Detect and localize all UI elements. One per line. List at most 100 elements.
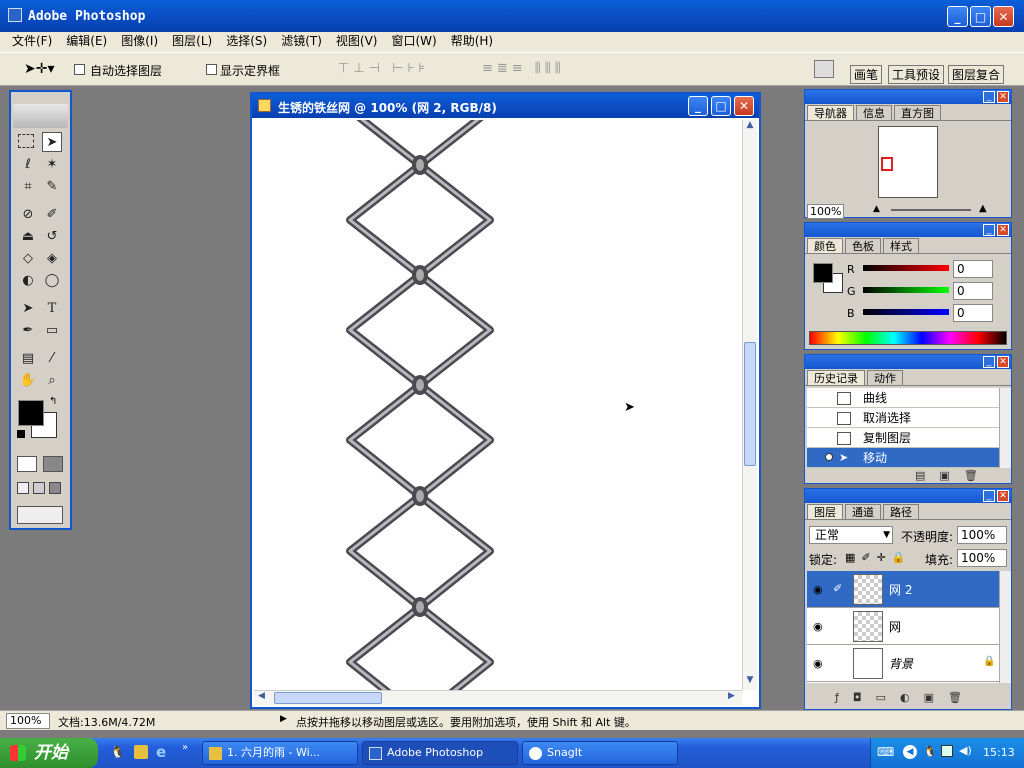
layer-row-selected[interactable]: ◉ ✐ 网 2 bbox=[807, 571, 999, 608]
g-slider[interactable] bbox=[863, 287, 949, 293]
delete-state-icon[interactable]: 🗑 bbox=[964, 469, 992, 482]
history-brush-tool-icon[interactable]: ↺ bbox=[42, 226, 62, 246]
foreground-color-swatch[interactable] bbox=[18, 400, 44, 426]
scroll-left-arrow[interactable]: ◀ bbox=[258, 691, 265, 701]
notes-tool-icon[interactable]: ▤ bbox=[18, 348, 38, 368]
doc-info[interactable]: 文档:13.6M/4.72M bbox=[58, 714, 155, 730]
horizontal-scrollbar[interactable]: ◀ ▶ bbox=[254, 690, 742, 705]
file-browser-icon[interactable] bbox=[814, 60, 834, 78]
tab-histogram[interactable]: 直方图 bbox=[894, 105, 941, 120]
maximize-button[interactable]: □ bbox=[970, 6, 991, 27]
pen-tool-icon[interactable]: ✒ bbox=[18, 320, 38, 340]
eye-icon[interactable]: ◉ bbox=[813, 620, 823, 633]
tab-layers[interactable]: 图层 bbox=[807, 504, 843, 519]
layer-row[interactable]: ◉ 背景 🔒 bbox=[807, 645, 999, 682]
tab-swatches[interactable]: 色板 bbox=[845, 238, 881, 253]
tab-channels[interactable]: 通道 bbox=[845, 504, 881, 519]
layer-row[interactable]: ◉ 网 bbox=[807, 608, 999, 645]
status-arrow-icon[interactable]: ▶ bbox=[280, 714, 287, 724]
layer-name[interactable]: 网 2 bbox=[889, 581, 912, 598]
doc-minimize-button[interactable]: _ bbox=[688, 96, 708, 116]
volume-icon[interactable]: ◀) bbox=[959, 744, 972, 757]
delete-layer-icon[interactable]: 🗑 bbox=[948, 691, 976, 704]
minimize-button[interactable]: _ bbox=[947, 6, 968, 27]
blur-tool-icon[interactable]: ◐ bbox=[18, 270, 38, 290]
history-scrollbar[interactable] bbox=[999, 388, 1011, 468]
slice-tool-icon[interactable]: ✎ bbox=[42, 176, 62, 196]
navigator-minimize-button[interactable]: _ bbox=[983, 91, 995, 103]
blend-mode-select[interactable]: 正常 ▼ bbox=[809, 526, 893, 544]
new-group-icon[interactable]: ▭ bbox=[876, 691, 900, 704]
standard-mode-button[interactable] bbox=[17, 456, 37, 472]
new-document-from-state-icon[interactable]: ▤ bbox=[915, 469, 939, 482]
paint-bucket-tool-icon[interactable]: ◈ bbox=[42, 248, 62, 268]
fill-value[interactable]: 100% bbox=[957, 549, 1007, 567]
doc-close-button[interactable]: ✕ bbox=[734, 96, 754, 116]
menu-layer[interactable]: 图层(L) bbox=[165, 32, 219, 52]
color-close-button[interactable]: ✕ bbox=[997, 224, 1009, 236]
menu-file[interactable]: 文件(F) bbox=[5, 32, 59, 52]
zoom-tool-icon[interactable]: ⌕ bbox=[42, 370, 62, 390]
history-minimize-button[interactable]: _ bbox=[983, 356, 995, 368]
menu-select[interactable]: 选择(S) bbox=[219, 32, 274, 52]
tray-qq-icon[interactable]: 🐧 bbox=[923, 745, 937, 758]
palette-well-tab-layer-comps[interactable]: 图层复合 bbox=[948, 65, 1005, 84]
menu-window[interactable]: 窗口(W) bbox=[384, 32, 443, 52]
navigator-view-box[interactable] bbox=[881, 157, 893, 171]
b-slider[interactable] bbox=[863, 309, 949, 315]
status-zoom[interactable]: 100% bbox=[6, 713, 50, 729]
doc-maximize-button[interactable]: □ bbox=[711, 96, 731, 116]
brush-link-icon[interactable]: ✐ bbox=[833, 582, 842, 595]
history-slider-marker-icon[interactable] bbox=[825, 453, 833, 461]
history-item[interactable]: 曲线 bbox=[807, 388, 999, 408]
menu-view[interactable]: 视图(V) bbox=[329, 32, 385, 52]
screen-mode-buttons[interactable] bbox=[17, 482, 63, 496]
move-tool-icon[interactable]: ➤ bbox=[42, 132, 62, 152]
tab-navigator[interactable]: 导航器 bbox=[807, 105, 854, 120]
path-selection-tool-icon[interactable]: ➤ bbox=[18, 298, 38, 318]
more-quicklaunch-icon[interactable]: » bbox=[182, 742, 188, 753]
color-fg-swatch[interactable] bbox=[813, 263, 833, 283]
magic-wand-tool-icon[interactable]: ✶ bbox=[42, 154, 62, 174]
align-buttons-icon[interactable]: ⊤⊥⊣ ⊢⊦⊧ bbox=[338, 61, 429, 76]
auto-select-checkbox[interactable] bbox=[74, 64, 85, 75]
color-spectrum-bar[interactable] bbox=[809, 331, 1007, 345]
menu-image[interactable]: 图像(I) bbox=[114, 32, 165, 52]
navigator-zoom-value[interactable]: 100% bbox=[807, 204, 845, 219]
tab-info[interactable]: 信息 bbox=[856, 105, 892, 120]
quick-mask-button[interactable] bbox=[43, 456, 63, 472]
taskbar-item-active[interactable]: Adobe Photoshop bbox=[362, 741, 518, 765]
default-colors-icon[interactable] bbox=[17, 430, 25, 438]
scroll-up-arrow[interactable]: ▲ bbox=[743, 120, 757, 135]
vertical-scrollbar[interactable]: ▲ ▼ bbox=[742, 120, 757, 690]
keyboard-icon[interactable]: ⌨ bbox=[877, 745, 894, 759]
lasso-tool-icon[interactable]: ℓ bbox=[18, 154, 38, 174]
distribute-buttons-icon[interactable]: ≡≣≡ ⫼⫼⫼ bbox=[482, 61, 565, 76]
new-snapshot-icon[interactable]: ▣ bbox=[939, 469, 963, 482]
b-value[interactable]: 0 bbox=[953, 304, 993, 322]
r-slider[interactable] bbox=[863, 265, 949, 271]
tab-actions[interactable]: 动作 bbox=[867, 370, 903, 385]
eye-icon[interactable]: ◉ bbox=[813, 583, 823, 596]
brush-tool-icon[interactable]: ✐ bbox=[42, 204, 62, 224]
history-item-selected[interactable]: ➤ 移动 bbox=[807, 448, 999, 468]
color-minimize-button[interactable]: _ bbox=[983, 224, 995, 236]
shape-tool-icon[interactable]: ▭ bbox=[42, 320, 62, 340]
tab-history[interactable]: 历史记录 bbox=[807, 370, 865, 385]
start-button[interactable]: 开始 bbox=[0, 738, 98, 768]
layers-minimize-button[interactable]: _ bbox=[983, 490, 995, 502]
eyedropper-tool-icon[interactable]: ⁄ bbox=[42, 348, 62, 368]
healing-brush-tool-icon[interactable]: ⊘ bbox=[18, 204, 38, 224]
taskbar-item[interactable]: SnagIt bbox=[522, 741, 678, 765]
zoom-out-icon[interactable]: ▲ bbox=[873, 204, 880, 214]
dodge-tool-icon[interactable]: ◯ bbox=[42, 270, 62, 290]
taskbar-item[interactable]: 1. 六月的雨 - Wi... bbox=[202, 741, 358, 765]
network-icon[interactable] bbox=[941, 745, 953, 757]
canvas[interactable]: ➤ bbox=[254, 120, 740, 690]
g-value[interactable]: 0 bbox=[953, 282, 993, 300]
scroll-right-arrow[interactable]: ▶ bbox=[728, 691, 735, 701]
layer-name[interactable]: 背景 bbox=[889, 655, 913, 672]
ie-icon[interactable]: e bbox=[156, 743, 166, 761]
history-item[interactable]: 取消选择 bbox=[807, 408, 999, 428]
layers-scrollbar[interactable] bbox=[999, 571, 1011, 683]
